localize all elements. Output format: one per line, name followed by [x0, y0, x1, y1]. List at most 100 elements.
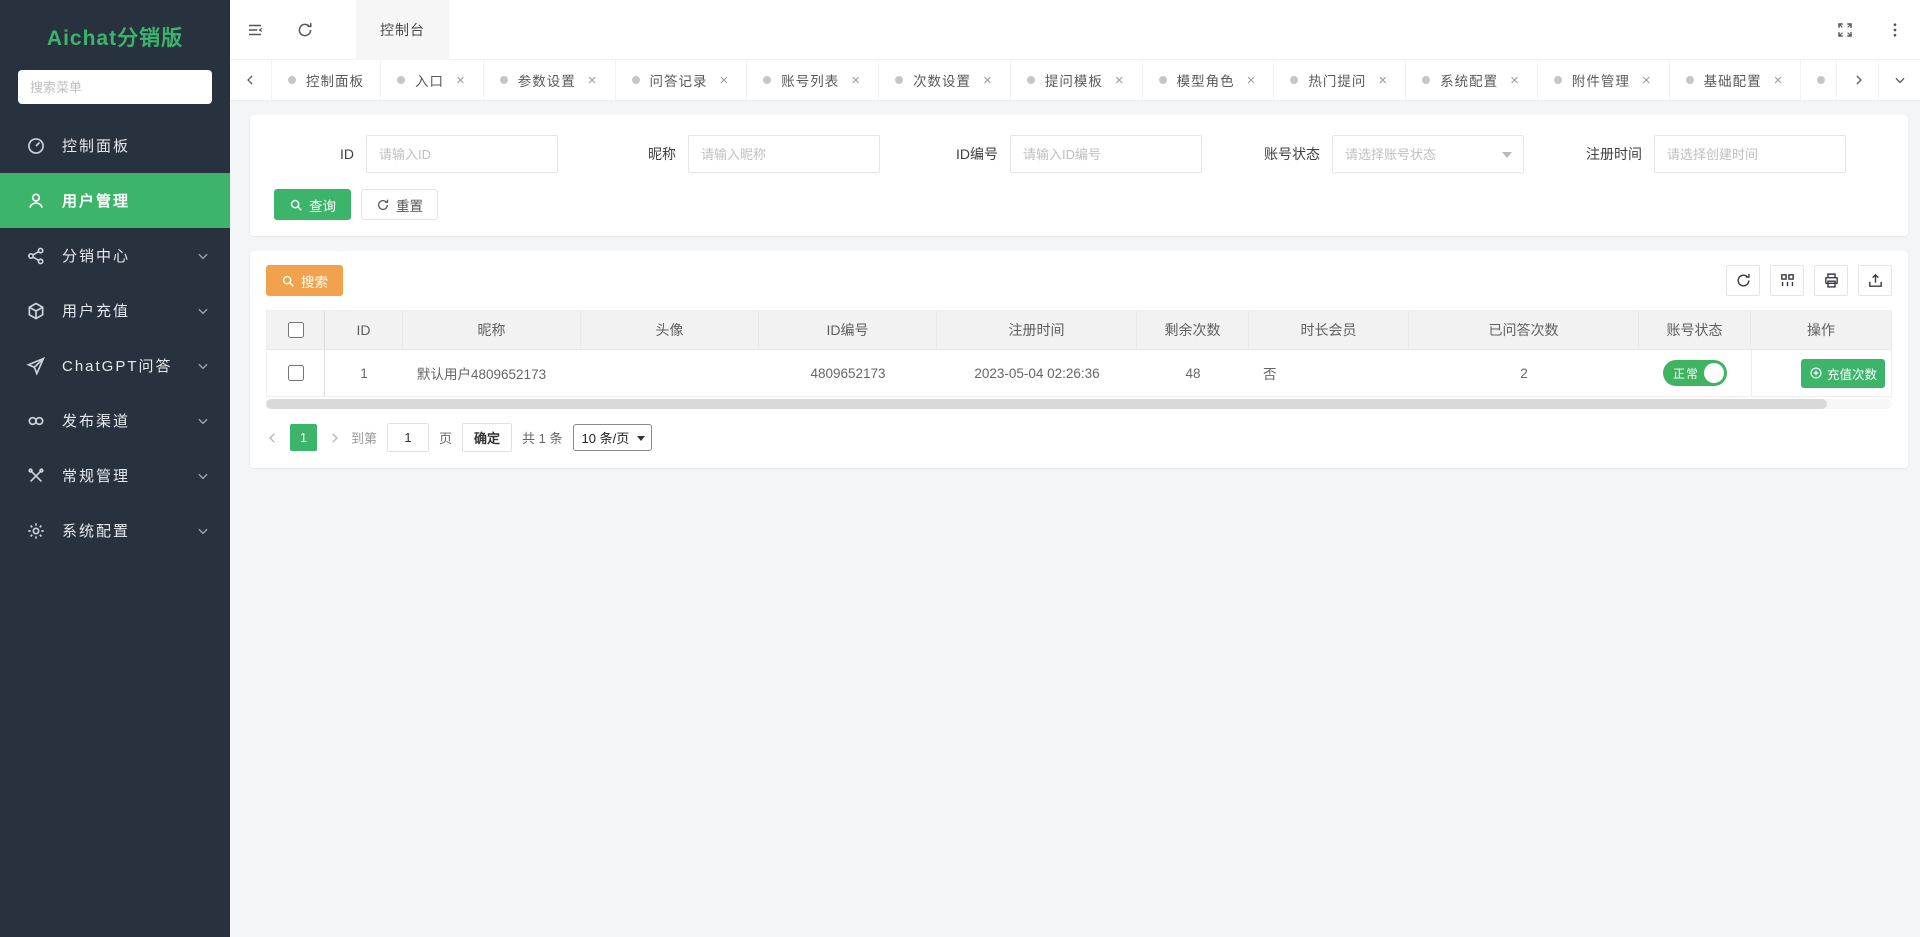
chevron-down-icon — [196, 469, 210, 483]
more-menu-icon[interactable] — [1870, 0, 1920, 60]
tab-close-icon[interactable]: × — [981, 71, 994, 90]
tab-item[interactable]: 账号列表 × — [747, 60, 879, 100]
tab-close-icon[interactable]: × — [586, 71, 599, 90]
filter-input[interactable] — [1010, 135, 1202, 173]
tab-close-icon[interactable]: × — [1245, 71, 1258, 90]
sidebar-item-user-management[interactable]: 用户管理 — [0, 173, 230, 228]
table-column-header[interactable]: 时长会员 — [1249, 311, 1409, 350]
reset-button[interactable]: 重置 — [361, 189, 438, 220]
cell-id: 1 — [325, 350, 403, 397]
table-column-header[interactable]: ID编号 — [759, 311, 937, 350]
goto-confirm-button[interactable]: 确定 — [462, 423, 512, 452]
tab-item[interactable]: 附件管理 × — [1538, 60, 1670, 100]
menu-search-input[interactable] — [18, 70, 212, 104]
tab-close-icon[interactable]: × — [454, 71, 467, 90]
tab-dot-icon — [397, 76, 405, 84]
page-size-value: 10 条/页 — [582, 428, 630, 447]
goto-page-input[interactable] — [387, 423, 429, 452]
prev-page-icon[interactable] — [266, 431, 280, 445]
tab-item[interactable]: 提问模板 × — [1011, 60, 1143, 100]
horizontal-scrollbar[interactable] — [266, 399, 1892, 409]
filter-input[interactable] — [1332, 135, 1524, 173]
search-button[interactable]: 搜索 — [266, 265, 343, 296]
cell-nickname: 默认用户4809652173 — [403, 350, 581, 397]
recharge-count-button[interactable]: 充值次数 — [1801, 359, 1885, 388]
sidebar-item-distribution[interactable]: 分销中心 — [0, 228, 230, 283]
tab-close-icon[interactable]: × — [1640, 71, 1653, 90]
status-toggle-label: 正常 — [1663, 365, 1699, 382]
table-column-header[interactable]: ID — [325, 311, 403, 350]
sidebar-item-user-recharge[interactable]: 用户充值 — [0, 283, 230, 338]
tab-item[interactable]: 问答记录 × — [616, 60, 748, 100]
select-arrow-icon — [637, 436, 645, 441]
tab-close-icon[interactable]: × — [718, 71, 731, 90]
sidebar-item-label: 用户充值 — [62, 300, 196, 321]
collapse-menu-icon[interactable] — [230, 0, 280, 60]
console-nav-tab[interactable]: 控制台 — [356, 0, 449, 60]
cell-duration-member: 否 — [1249, 350, 1409, 397]
tab-dot-icon — [288, 76, 296, 84]
horizontal-scrollbar-thumb[interactable] — [266, 399, 1827, 409]
tab-close-icon[interactable]: × — [1508, 71, 1521, 90]
query-button[interactable]: 查询 — [274, 189, 351, 220]
tab-label: 模型角色 — [1177, 70, 1235, 90]
tab-item[interactable]: 模型角色 × — [1143, 60, 1275, 100]
table-columns-icon[interactable] — [1770, 265, 1804, 296]
tab-label: 问答记录 — [650, 70, 708, 90]
tab-item[interactable]: 系统配置 × — [1406, 60, 1538, 100]
sidebar-item-general-management[interactable]: 常规管理 — [0, 448, 230, 503]
tab-item[interactable]: 充 — [1801, 60, 1836, 100]
sidebar-item-publish-channel[interactable]: 发布渠道 — [0, 393, 230, 448]
row-checkbox[interactable] — [288, 365, 304, 381]
table-print-icon[interactable] — [1814, 265, 1848, 296]
current-page-button[interactable]: 1 — [290, 424, 317, 451]
table-header-row: ID 昵称 头像 ID编号 注册时间 剩余次数 时长会员 已问答次数 — [267, 311, 1891, 350]
tab-label: 提问模板 — [1045, 70, 1103, 90]
filter-input[interactable] — [688, 135, 880, 173]
tab-item[interactable]: 控制面板 — [272, 60, 381, 100]
tab-item[interactable]: 基础配置 × — [1670, 60, 1802, 100]
table-column-header[interactable]: 注册时间 — [937, 311, 1137, 350]
refresh-icon[interactable] — [280, 0, 330, 60]
tab-item[interactable]: 热门提问 × — [1274, 60, 1406, 100]
tabs-dropdown-icon[interactable] — [1878, 60, 1920, 100]
sidebar-item-system-config[interactable]: 系统配置 — [0, 503, 230, 558]
tab-close-icon[interactable]: × — [1772, 71, 1785, 90]
status-toggle[interactable]: 正常 — [1663, 360, 1727, 386]
table-column-header[interactable]: 剩余次数 — [1137, 311, 1249, 350]
tabs-scroll-right-icon[interactable] — [1836, 60, 1878, 100]
table-column-header[interactable]: 操作 — [1751, 311, 1891, 350]
tab-label: 账号列表 — [781, 70, 839, 90]
tab-dot-icon — [500, 76, 508, 84]
tab-item[interactable]: 次数设置 × — [879, 60, 1011, 100]
cell-register-time: 2023-05-04 02:26:36 — [937, 350, 1137, 397]
table-column-header[interactable]: 头像 — [581, 311, 759, 350]
sidebar-item-dashboard[interactable]: 控制面板 — [0, 118, 230, 173]
chevron-down-icon — [196, 359, 210, 373]
cell-actions: 充值次数 — [1751, 350, 1891, 397]
sidebar-item-label: ChatGPT问答 — [62, 355, 196, 376]
filter-input[interactable] — [366, 135, 558, 173]
cell-avatar — [581, 350, 759, 397]
table-column-header[interactable]: 已问答次数 — [1409, 311, 1639, 350]
tab-close-icon[interactable]: × — [1376, 71, 1389, 90]
select-all-checkbox[interactable] — [288, 322, 304, 338]
table-refresh-icon[interactable] — [1726, 265, 1760, 296]
tab-item[interactable]: 参数设置 × — [484, 60, 616, 100]
tab-label: 基础配置 — [1704, 70, 1762, 90]
select-all-checkbox-cell — [267, 311, 325, 350]
sidebar-item-chatgpt-qa[interactable]: ChatGPT问答 — [0, 338, 230, 393]
next-page-icon[interactable] — [327, 431, 341, 445]
tab-dot-icon — [763, 76, 771, 84]
fullscreen-icon[interactable] — [1820, 0, 1870, 60]
tab-close-icon[interactable]: × — [1113, 71, 1126, 90]
filter-input[interactable] — [1654, 135, 1846, 173]
tabs-scroll-left-icon[interactable] — [230, 60, 272, 100]
chevron-down-icon — [196, 524, 210, 538]
tab-item[interactable]: 入口 × — [381, 60, 484, 100]
page-size-select[interactable]: 10 条/页 — [573, 424, 653, 451]
table-column-header[interactable]: 账号状态 — [1639, 311, 1751, 350]
table-column-header[interactable]: 昵称 — [403, 311, 581, 350]
tab-close-icon[interactable]: × — [849, 71, 862, 90]
table-export-icon[interactable] — [1858, 265, 1892, 296]
